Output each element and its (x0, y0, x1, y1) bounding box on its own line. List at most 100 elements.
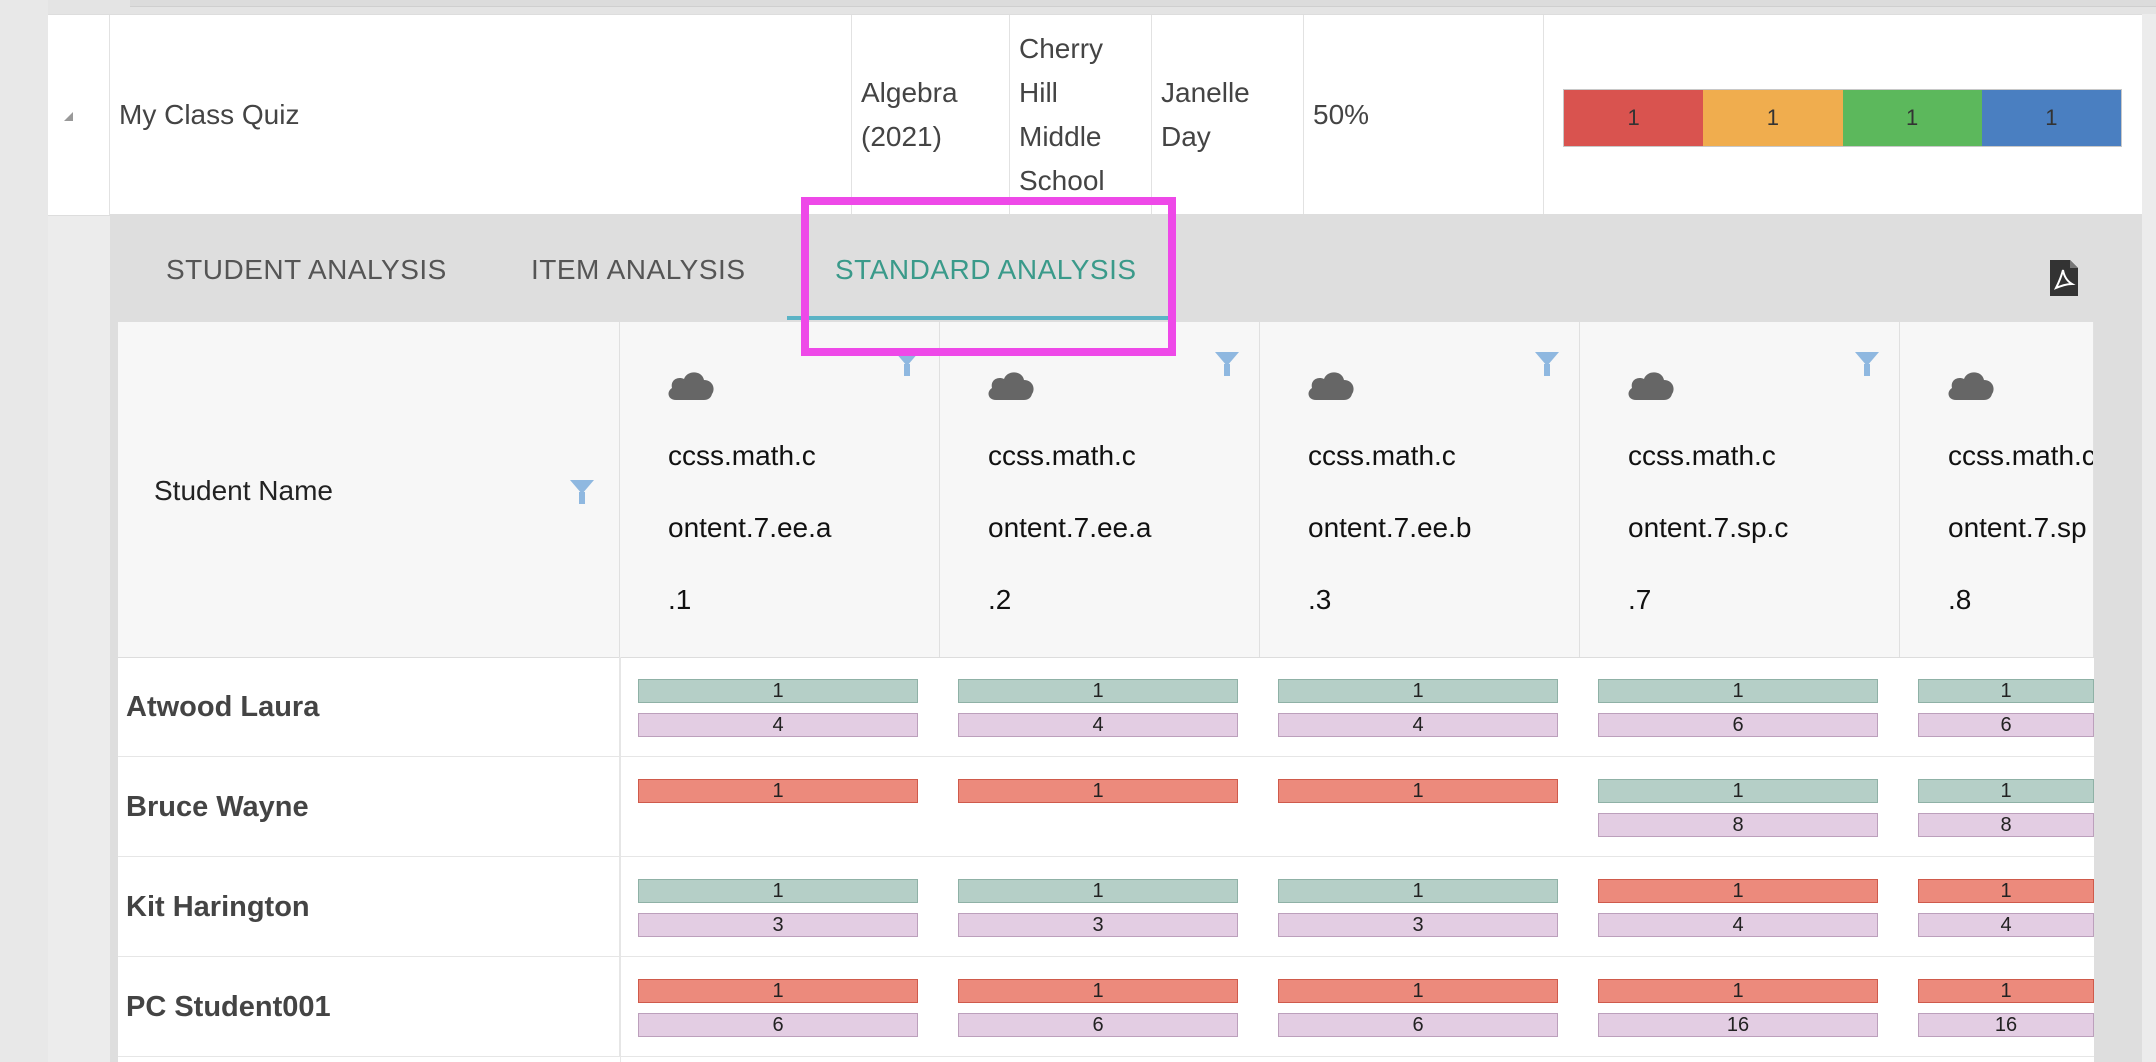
standard-code-line1: ccss.math.c (668, 440, 816, 471)
standard-header[interactable]: ccss.math.c ontent.7.sp.c .7 (1580, 322, 1900, 657)
expand-cell (48, 15, 110, 215)
distribution-segment[interactable]: 1 (1981, 90, 2121, 146)
points-bar[interactable]: 6 (958, 1013, 1238, 1037)
cloud-icon (668, 372, 714, 400)
mastery-bar[interactable]: 1 (638, 779, 918, 803)
standard-code-line3: .7 (1628, 584, 1652, 615)
quiz-teacher-line1: Janelle (1161, 77, 1250, 108)
mastery-bar[interactable]: 1 (638, 679, 918, 703)
standard-header[interactable]: ccss.math.c ontent.7.ee.b .3 (1260, 322, 1580, 657)
mastery-bar[interactable]: 1 (1598, 879, 1878, 903)
table-row[interactable]: Atwood Laura 1 4 1 4 1 4 1 6 1 6 (118, 657, 2094, 757)
student-name[interactable]: Bruce Wayne (126, 757, 620, 857)
quiz-school-line2: Hill (1019, 77, 1058, 108)
points-bar[interactable]: 6 (638, 1013, 918, 1037)
mastery-bar[interactable]: 1 (958, 879, 1238, 903)
table-row[interactable]: Kit Harington 1 3 1 3 1 3 1 4 1 4 (118, 857, 2094, 957)
quiz-subject-line1: Algebra (861, 77, 958, 108)
mastery-bar[interactable]: 1 (1598, 679, 1878, 703)
table-row[interactable]: PC Student001 1 6 1 6 1 6 1 16 1 16 (118, 957, 2094, 1057)
points-bar[interactable]: 3 (958, 913, 1238, 937)
student-name[interactable]: Atwood Laura (126, 657, 620, 757)
points-bar[interactable]: 6 (1918, 713, 2094, 737)
quiz-subject-line2: (2021) (861, 121, 942, 152)
standard-code-line2: ontent.7.ee.b (1308, 512, 1472, 543)
quiz-teacher-line2: Day (1161, 121, 1211, 152)
mastery-bar[interactable]: 1 (1918, 779, 2094, 803)
highlight-box (801, 197, 1176, 356)
student-name-header-label: Student Name (154, 475, 333, 506)
filter-icon[interactable] (1855, 352, 1879, 376)
points-bar[interactable]: 4 (1598, 913, 1878, 937)
standard-code-line3: .8 (1948, 584, 1972, 615)
points-bar[interactable]: 16 (1918, 1013, 2094, 1037)
mastery-bar[interactable]: 1 (958, 979, 1238, 1003)
distribution-segment[interactable]: 1 (1842, 90, 1982, 146)
top-strip-lip (130, 0, 2156, 7)
standard-code-line1: ccss.math.c (988, 440, 1136, 471)
mastery-bar[interactable]: 1 (1918, 679, 2094, 703)
tab-student-analysis[interactable]: STUDENT ANALYSIS (166, 254, 447, 286)
mastery-bar[interactable]: 1 (1278, 979, 1558, 1003)
mastery-bar[interactable]: 1 (1918, 979, 2094, 1003)
points-bar[interactable]: 6 (1278, 1013, 1558, 1037)
mastery-bar[interactable]: 1 (1278, 879, 1558, 903)
cloud-icon (1948, 372, 1994, 400)
mastery-bar[interactable]: 1 (1278, 679, 1558, 703)
distribution-segment[interactable]: 1 (1564, 90, 1704, 146)
filter-icon[interactable] (1215, 352, 1239, 376)
mastery-bar[interactable]: 1 (958, 679, 1238, 703)
standard-header[interactable]: ccss.math.c ontent.7.ee.a .1 (620, 322, 940, 657)
points-bar[interactable]: 4 (1918, 913, 2094, 937)
quiz-name[interactable]: My Class Quiz (110, 15, 852, 215)
pdf-download-icon[interactable] (2050, 260, 2078, 296)
mastery-bar[interactable]: 1 (638, 979, 918, 1003)
points-bar[interactable]: 4 (638, 713, 918, 737)
student-name-header[interactable]: Student Name (118, 322, 620, 657)
quiz-score: 50% (1304, 15, 1544, 215)
column-divider (620, 657, 621, 1062)
quiz-score-text: 50% (1313, 99, 1370, 130)
points-bar[interactable]: 16 (1598, 1013, 1878, 1037)
quiz-name-text: My Class Quiz (119, 99, 300, 130)
quiz-teacher: Janelle Day (1152, 15, 1304, 215)
distribution-segment[interactable]: 1 (1703, 90, 1843, 146)
standard-code-line1: ccss.math.c (1308, 440, 1456, 471)
points-bar[interactable]: 3 (1278, 913, 1558, 937)
table-header: Student Name ccss.math.c ontent.7.ee.a .1 c… (118, 322, 2094, 658)
quiz-school-line1: Cherry (1019, 33, 1104, 64)
standard-code-line3: .2 (988, 584, 1012, 615)
standard-code-line2: ontent.7.ee.a (988, 512, 1152, 543)
standard-code-line2: ontent.7.sp.c (1628, 512, 1789, 543)
points-bar[interactable]: 6 (1598, 713, 1878, 737)
tab-item-analysis[interactable]: ITEM ANALYSIS (531, 254, 746, 286)
mastery-bar[interactable]: 1 (1598, 979, 1878, 1003)
mastery-bar[interactable]: 1 (958, 779, 1238, 803)
mastery-bar[interactable]: 1 (1598, 779, 1878, 803)
student-name[interactable]: Kit Harington (126, 857, 620, 957)
standard-header[interactable]: ccss.math.c ontent.7.sp .8 (1900, 322, 2094, 657)
points-bar[interactable]: 3 (638, 913, 918, 937)
standard-code-line3: .3 (1308, 584, 1332, 615)
mastery-bar[interactable]: 1 (1278, 779, 1558, 803)
cloud-icon (1308, 372, 1354, 400)
score-distribution-bar[interactable]: 1111 (1563, 89, 2122, 147)
quiz-subject: Algebra (2021) (852, 15, 1010, 215)
cloud-icon (1628, 372, 1674, 400)
standard-code-line3: .1 (668, 584, 692, 615)
points-bar[interactable]: 8 (1918, 813, 2094, 837)
standard-header[interactable]: ccss.math.c ontent.7.ee.a .2 (940, 322, 1260, 657)
quiz-row[interactable]: My Class Quiz Algebra (2021) Cherry Hill Mi… (48, 14, 2142, 216)
mastery-bar[interactable]: 1 (1918, 879, 2094, 903)
mastery-bar[interactable]: 1 (638, 879, 918, 903)
points-bar[interactable]: 4 (958, 713, 1238, 737)
filter-icon[interactable] (570, 480, 594, 504)
standard-analysis-table: Student Name ccss.math.c ontent.7.ee.a .1 c… (118, 322, 2094, 1062)
standard-code-line1: ccss.math.c (1948, 440, 2094, 471)
student-name[interactable]: PC Student001 (126, 957, 620, 1057)
table-row[interactable]: Bruce Wayne 1 1 1 1 8 1 8 (118, 757, 2094, 857)
points-bar[interactable]: 4 (1278, 713, 1558, 737)
standard-code-line2: ontent.7.sp (1948, 512, 2087, 543)
points-bar[interactable]: 8 (1598, 813, 1878, 837)
filter-icon[interactable] (1535, 352, 1559, 376)
